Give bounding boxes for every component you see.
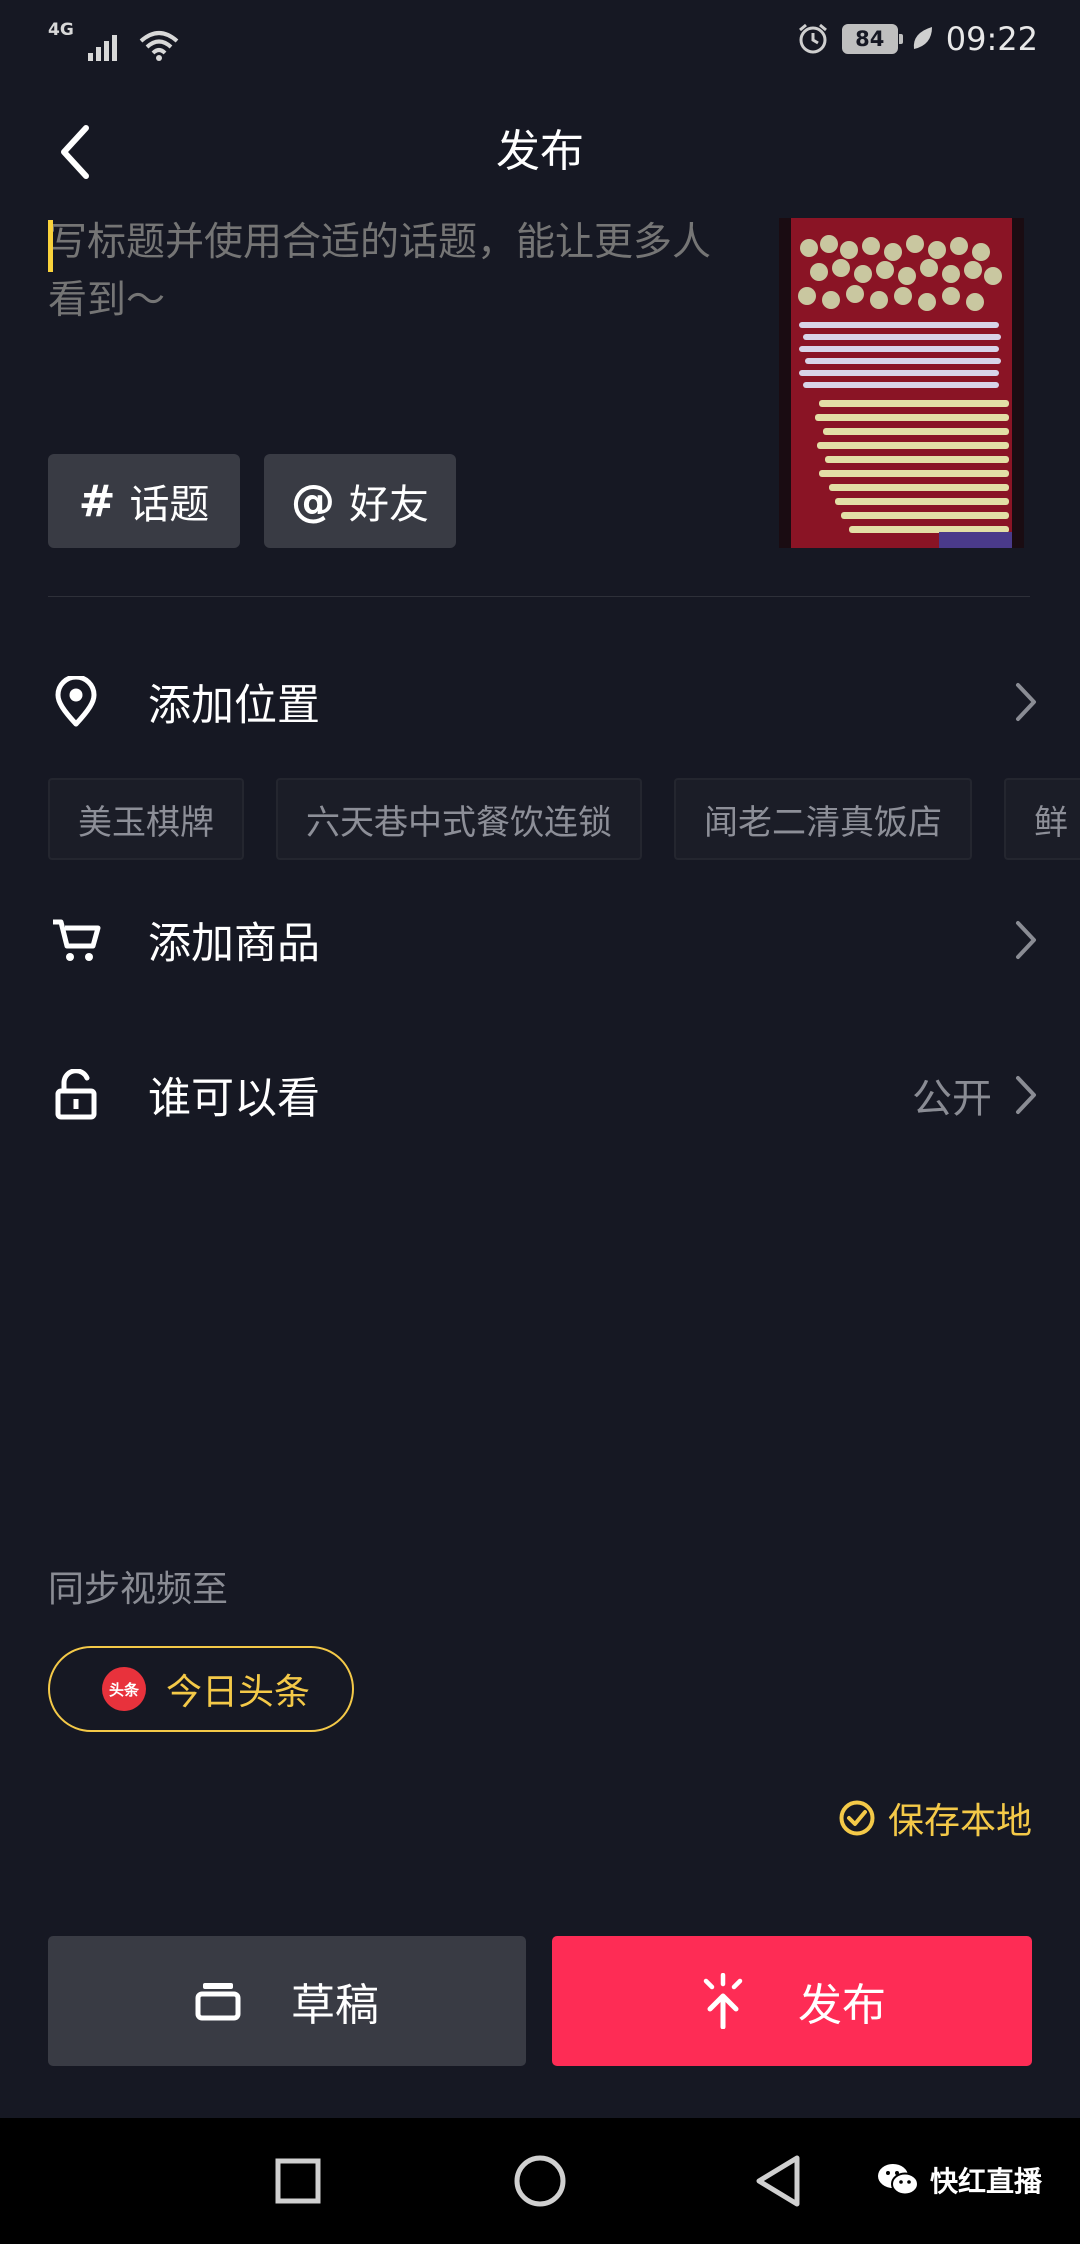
toutiao-logo-icon: 头条	[102, 1667, 146, 1711]
sync-label: 同步视频至	[48, 1569, 229, 1610]
upload-spark-icon	[703, 1973, 743, 2029]
privacy-row[interactable]: 谁可以看 公开	[48, 1047, 1038, 1143]
sync-toutiao-toggle[interactable]: 头条 今日头条	[48, 1646, 354, 1732]
topic-label: 话题	[129, 482, 210, 528]
leaf-icon	[913, 27, 932, 49]
draft-button[interactable]: 草稿	[48, 1936, 526, 2066]
back-nav-button[interactable]	[738, 2148, 818, 2214]
publish-label: 发布	[798, 1980, 886, 2031]
add-product-label: 添加商品	[148, 919, 320, 969]
chevron-right-icon	[1016, 921, 1036, 959]
page-title: 发布	[496, 126, 584, 177]
location-suggestion[interactable]: 美玉棋牌	[48, 778, 244, 860]
at-icon: @	[291, 475, 335, 527]
watermark-text: 快红直播	[929, 2165, 1042, 2198]
topic-button[interactable]: # 话题	[48, 454, 240, 548]
text-caret	[48, 220, 53, 272]
mention-friend-button[interactable]: @ 好友	[264, 454, 456, 548]
location-suggestion[interactable]: 六天巷中式餐饮连锁	[276, 778, 642, 860]
video-thumbnail[interactable]	[779, 218, 1024, 548]
hashtag-icon: #	[78, 475, 116, 527]
wechat-icon	[877, 2164, 919, 2196]
status-time: 09:22	[945, 20, 1038, 58]
circle-icon	[514, 2155, 566, 2207]
save-local-label: 保存本地	[887, 1801, 1032, 1842]
unlock-icon	[48, 1067, 104, 1123]
thumbnail-image	[779, 218, 1024, 548]
publish-button[interactable]: 发布	[552, 1936, 1032, 2066]
home-button[interactable]	[500, 2148, 580, 2214]
location-suggestions: 美玉棋牌 六天巷中式餐饮连锁 闻老二清真饭店 鲜	[48, 778, 1080, 860]
divider	[48, 596, 1030, 597]
drafts-box-icon	[195, 1983, 241, 2021]
sync-target-label: 今日头条	[166, 1672, 311, 1713]
status-right: 84 09:22	[796, 20, 1038, 58]
back-button[interactable]	[44, 118, 104, 186]
watermark: 快红直播	[876, 2160, 1042, 2200]
recent-apps-button[interactable]	[258, 2148, 338, 2214]
battery-indicator: 84	[841, 24, 903, 54]
add-location-row[interactable]: 添加位置	[48, 654, 1038, 750]
privacy-label: 谁可以看	[148, 1074, 320, 1124]
draft-label: 草稿	[291, 1980, 379, 2031]
triangle-back-icon	[756, 2155, 800, 2207]
save-local-toggle[interactable]: 保存本地	[838, 1792, 1032, 1844]
add-location-label: 添加位置	[148, 681, 320, 731]
location-suggestion[interactable]: 鲜	[1004, 778, 1080, 860]
signal-icon	[87, 35, 117, 61]
location-suggestion[interactable]: 闻老二清真饭店	[674, 778, 972, 860]
chevron-right-icon	[1016, 683, 1036, 721]
shopping-cart-icon	[48, 912, 104, 968]
privacy-value: 公开	[912, 1076, 992, 1122]
square-icon	[275, 2158, 321, 2204]
location-pin-icon	[48, 674, 104, 730]
caption-input[interactable]	[48, 214, 748, 414]
alarm-icon	[798, 23, 827, 54]
friend-label: 好友	[349, 482, 429, 528]
check-circle-icon	[839, 1800, 875, 1836]
network-label: 4G	[48, 20, 74, 40]
status-left: 4G	[48, 22, 180, 61]
add-product-row[interactable]: 添加商品	[48, 892, 1038, 988]
chevron-right-icon	[1016, 1076, 1036, 1114]
wifi-icon	[139, 31, 179, 61]
chevron-left-icon	[61, 125, 89, 179]
